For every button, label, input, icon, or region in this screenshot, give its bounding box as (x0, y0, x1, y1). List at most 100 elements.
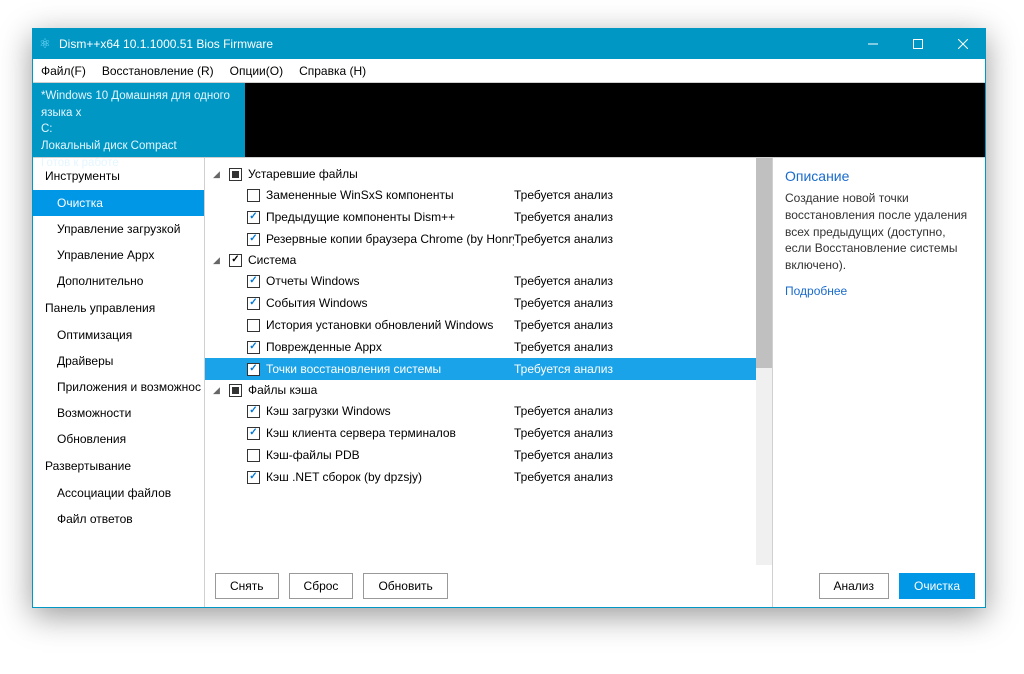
sidebar-heading: Панель управления (33, 294, 204, 322)
menu-recovery[interactable]: Восстановление (R) (94, 64, 222, 78)
expand-icon[interactable]: ◢ (213, 169, 225, 180)
info-drive: C: (41, 121, 237, 138)
item-checkbox[interactable] (247, 319, 260, 332)
menubar: Файл(F) Восстановление (R) Опции(O) Спра… (33, 59, 985, 83)
item-status: Требуется анализ (514, 470, 613, 484)
cleanup-item-row[interactable]: Предыдущие компоненты Dism++Требуется ан… (205, 206, 772, 228)
description-text: Создание новой точки восстановления посл… (785, 190, 973, 274)
cleanup-item-row[interactable]: Кэш-файлы PDBТребуется анализ (205, 444, 772, 466)
cleanup-item-row[interactable]: Кэш клиента сервера терминаловТребуется … (205, 422, 772, 444)
item-label: События Windows (266, 296, 514, 310)
clean-button[interactable]: Очистка (899, 573, 975, 599)
sidebar-item[interactable]: Приложения и возможнос (33, 374, 204, 400)
sidebar-item[interactable]: Файл ответов (33, 506, 204, 532)
cleanup-item-row[interactable]: Точки восстановления системыТребуется ан… (205, 358, 772, 380)
clear-button[interactable]: Снять (215, 573, 279, 599)
more-link[interactable]: Подробнее (785, 284, 973, 298)
category-row[interactable]: ◢ Система (205, 250, 772, 270)
cleanup-item-row[interactable]: Отчеты WindowsТребуется анализ (205, 270, 772, 292)
cleanup-item-row[interactable]: Кэш .NET сборок (by dpzsjy)Требуется ана… (205, 466, 772, 488)
tree-scrollbar-track[interactable] (756, 158, 772, 565)
sidebar-item[interactable]: Возможности (33, 400, 204, 426)
sidebar-item[interactable]: Драйверы (33, 348, 204, 374)
cleanup-tree: ◢ Устаревшие файлы Замененные WinSxS компо… (205, 158, 772, 565)
category-checkbox[interactable] (229, 384, 242, 397)
sidebar-item[interactable]: Дополнительно (33, 268, 204, 294)
cleanup-item-row[interactable]: Поврежденные AppxТребуется анализ (205, 336, 772, 358)
item-label: Кэш-файлы PDB (266, 448, 514, 462)
cleanup-item-row[interactable]: История установки обновлений WindowsТреб… (205, 314, 772, 336)
item-status: Требуется анализ (514, 340, 613, 354)
main-area: ИнструментыОчисткаУправление загрузкойУп… (33, 157, 985, 607)
category-label: Устаревшие файлы (248, 167, 358, 181)
item-label: Кэш клиента сервера терминалов (266, 426, 514, 440)
analyze-button[interactable]: Анализ (819, 573, 890, 599)
category-row[interactable]: ◢ Устаревшие файлы (205, 164, 772, 184)
sidebar-item[interactable]: Оптимизация (33, 322, 204, 348)
sidebar: ИнструментыОчисткаУправление загрузкойУп… (33, 158, 205, 607)
item-checkbox[interactable] (247, 405, 260, 418)
category-row[interactable]: ◢ Файлы кэша (205, 380, 772, 400)
item-checkbox[interactable] (247, 275, 260, 288)
sidebar-item[interactable]: Обновления (33, 426, 204, 452)
app-window: ⚛ Dism++x64 10.1.1000.51 Bios Firmware Ф… (32, 28, 986, 608)
cleanup-item-row[interactable]: Кэш загрузки WindowsТребуется анализ (205, 400, 772, 422)
category-checkbox[interactable] (229, 168, 242, 181)
info-disk: Локальный диск Compact (41, 138, 237, 155)
menu-file[interactable]: Файл(F) (33, 64, 94, 78)
item-status: Требуется анализ (514, 362, 613, 376)
minimize-button[interactable] (850, 29, 895, 59)
sidebar-item[interactable]: Ассоциации файлов (33, 480, 204, 506)
item-checkbox[interactable] (247, 449, 260, 462)
close-button[interactable] (940, 29, 985, 59)
item-checkbox[interactable] (247, 297, 260, 310)
item-checkbox[interactable] (247, 471, 260, 484)
description-box: Описание Создание новой точки восстановл… (773, 158, 985, 565)
item-checkbox[interactable] (247, 211, 260, 224)
expand-icon[interactable]: ◢ (213, 255, 225, 266)
item-checkbox[interactable] (247, 341, 260, 354)
center-button-row: Снять Сброс Обновить (205, 565, 772, 607)
item-status: Требуется анализ (514, 296, 613, 310)
app-icon: ⚛ (33, 36, 57, 52)
item-checkbox[interactable] (247, 427, 260, 440)
item-checkbox[interactable] (247, 189, 260, 202)
item-checkbox[interactable] (247, 233, 260, 246)
menu-options[interactable]: Опции(O) (222, 64, 291, 78)
sidebar-item[interactable]: Управление Appx (33, 242, 204, 268)
cleanup-item-row[interactable]: Резервные копии браузера Chrome (by Honr… (205, 228, 772, 250)
center-panel: ◢ Устаревшие файлы Замененные WinSxS компо… (205, 158, 773, 607)
menu-help[interactable]: Справка (H) (291, 64, 374, 78)
item-label: Резервные копии браузера Chrome (by Honr… (266, 232, 514, 246)
item-label: Кэш загрузки Windows (266, 404, 514, 418)
cleanup-item-row[interactable]: Замененные WinSxS компонентыТребуется ан… (205, 184, 772, 206)
right-button-row: Анализ Очистка (773, 565, 985, 607)
category-label: Файлы кэша (248, 383, 317, 397)
item-label: Поврежденные Appx (266, 340, 514, 354)
window-controls (850, 29, 985, 59)
item-label: Предыдущие компоненты Dism++ (266, 210, 514, 224)
titlebar: ⚛ Dism++x64 10.1.1000.51 Bios Firmware (33, 29, 985, 59)
item-status: Требуется анализ (514, 274, 613, 288)
sidebar-item[interactable]: Очистка (33, 190, 204, 216)
item-label: История установки обновлений Windows (266, 318, 514, 332)
info-os: *Windows 10 Домашняя для одного языка x (41, 88, 237, 121)
item-status: Требуется анализ (514, 318, 613, 332)
maximize-button[interactable] (895, 29, 940, 59)
refresh-button[interactable]: Обновить (363, 573, 447, 599)
image-info-panel[interactable]: *Windows 10 Домашняя для одного языка x … (33, 83, 245, 157)
tree-scrollbar-thumb[interactable] (756, 158, 772, 368)
reset-button[interactable]: Сброс (289, 573, 354, 599)
sidebar-item[interactable]: Управление загрузкой (33, 216, 204, 242)
item-checkbox[interactable] (247, 363, 260, 376)
item-label: Отчеты Windows (266, 274, 514, 288)
category-label: Система (248, 253, 296, 267)
item-status: Требуется анализ (514, 426, 613, 440)
cleanup-item-row[interactable]: События WindowsТребуется анализ (205, 292, 772, 314)
item-label: Замененные WinSxS компоненты (266, 188, 514, 202)
window-title: Dism++x64 10.1.1000.51 Bios Firmware (57, 37, 850, 51)
category-checkbox[interactable] (229, 254, 242, 267)
item-status: Требуется анализ (514, 404, 613, 418)
sidebar-heading: Развертывание (33, 452, 204, 480)
expand-icon[interactable]: ◢ (213, 385, 225, 396)
